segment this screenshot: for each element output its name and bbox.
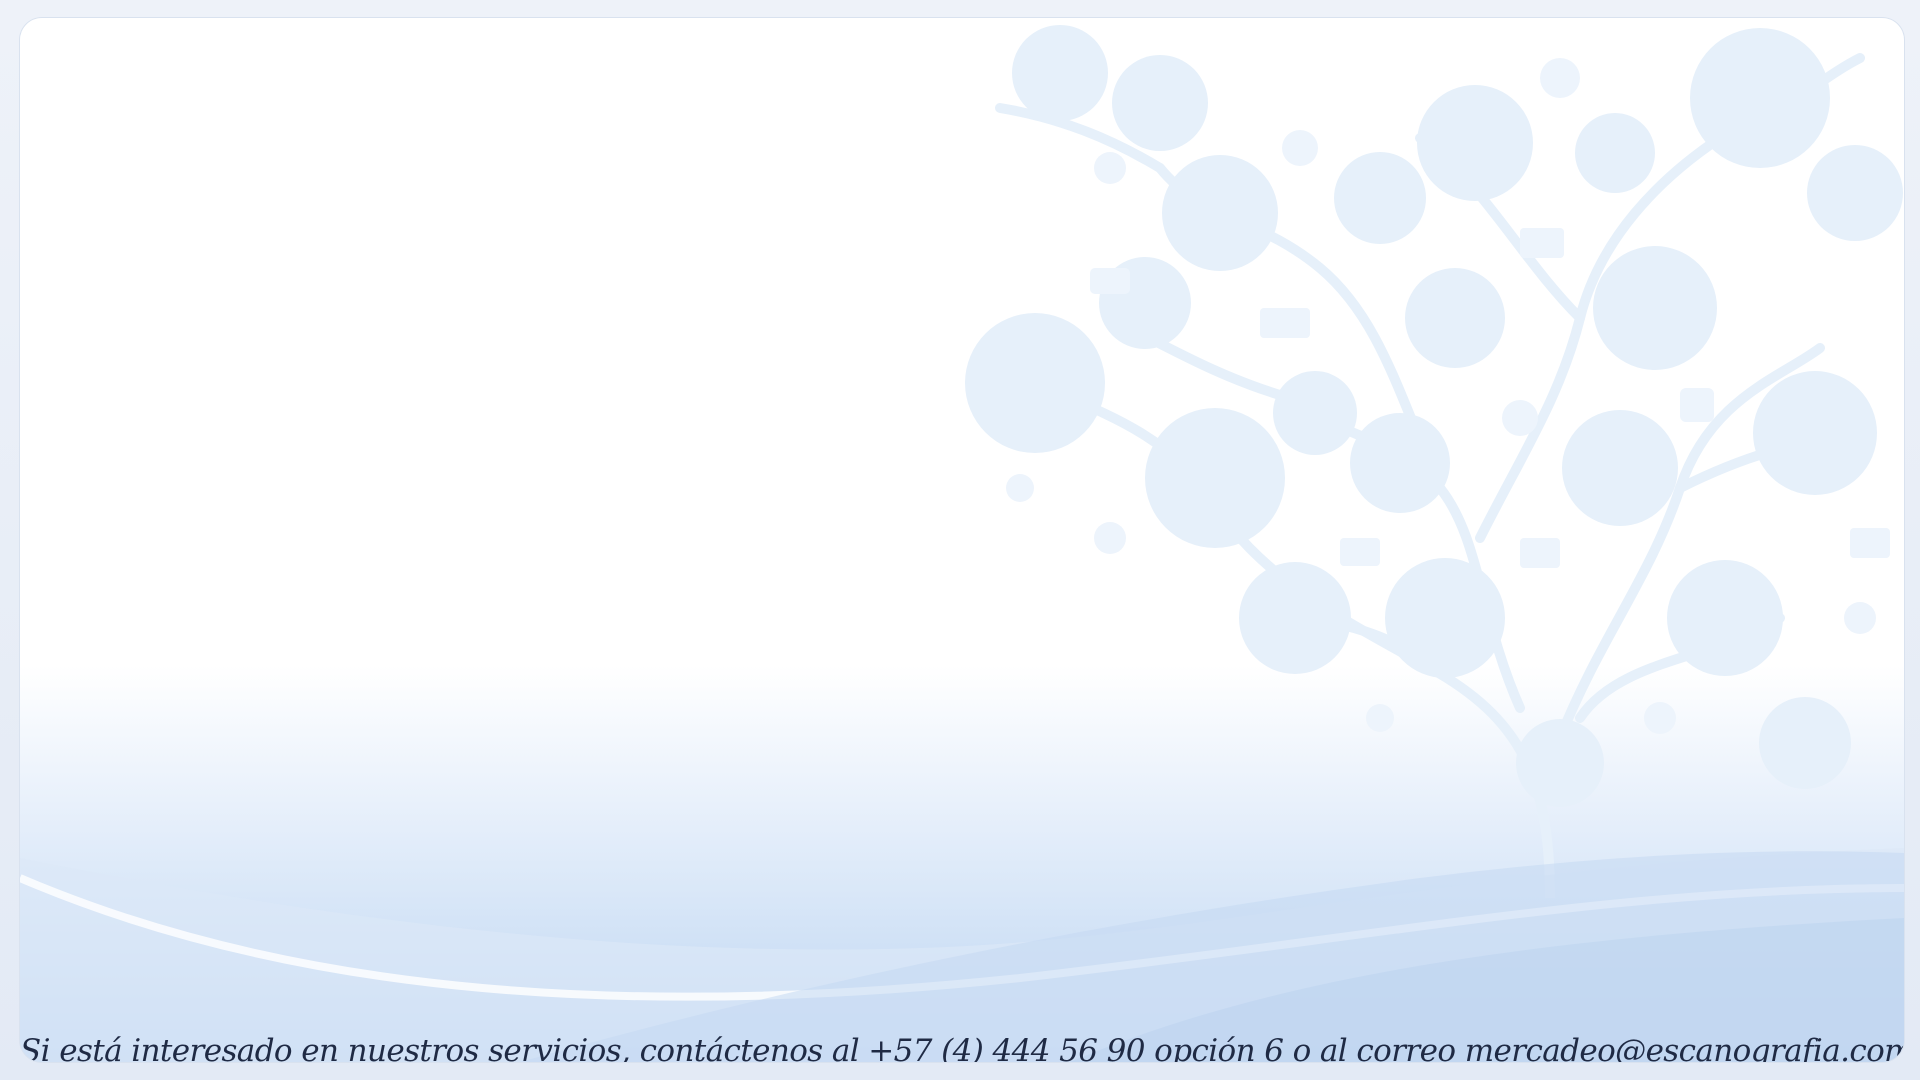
bottom-wave-decoration (20, 848, 1904, 1062)
slide-background: Si está interesado en nuestros servicios… (0, 0, 1920, 1080)
contact-footer-text: Si está interesado en nuestros servicios… (20, 1033, 1904, 1062)
slide-panel: Si está interesado en nuestros servicios… (20, 18, 1904, 1062)
